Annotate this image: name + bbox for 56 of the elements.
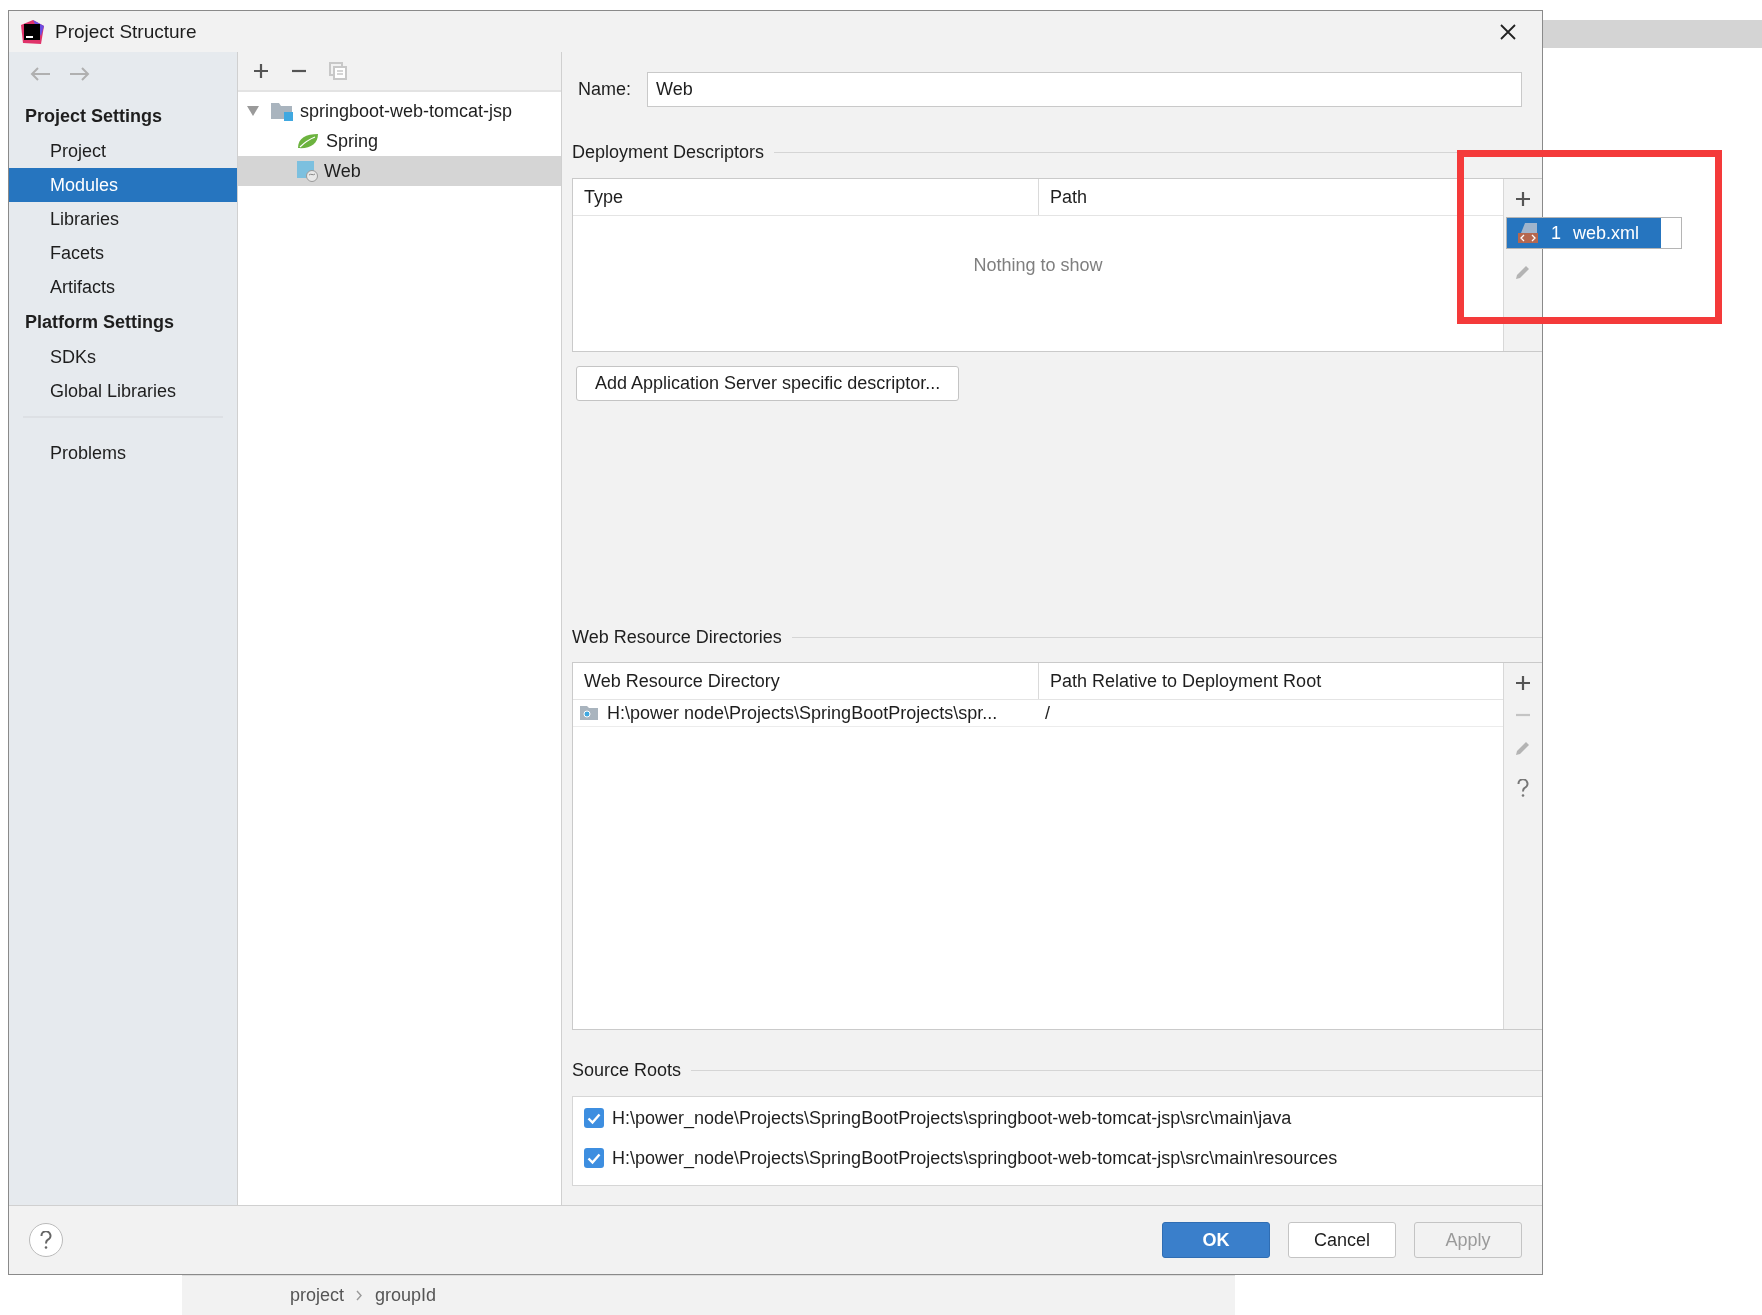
web-module-icon <box>296 160 318 182</box>
section-title: Web Resource Directories <box>572 626 782 648</box>
sidebar-item[interactable]: Artifacts <box>9 270 237 304</box>
pencil-icon[interactable] <box>1514 263 1532 281</box>
tree-item[interactable]: Spring <box>238 126 561 156</box>
tree-item[interactable]: springboot-web-tomcat-jsp <box>238 96 561 126</box>
sidebar-item[interactable]: Facets <box>9 236 237 270</box>
checkbox[interactable] <box>584 1148 604 1168</box>
add-icon[interactable] <box>1515 191 1531 207</box>
window-title: Project Structure <box>55 20 198 43</box>
section-title: Source Roots <box>572 1059 682 1081</box>
empty-message: Nothing to show <box>973 255 1103 276</box>
expanded-arrow-icon[interactable] <box>247 106 259 116</box>
sidebar-item[interactable]: Global Libraries <box>9 374 237 408</box>
remove-icon[interactable] <box>291 69 307 73</box>
menu-item[interactable]: 1 web.xml <box>1507 218 1661 248</box>
leaf-icon <box>296 132 320 150</box>
sidebar-item[interactable]: Modules <box>9 168 237 202</box>
column-header[interactable]: Path Relative to Deployment Root <box>1039 663 1503 699</box>
add-descriptor-button[interactable]: Add Application Server specific descriptor... <box>576 366 960 401</box>
tree-item[interactable]: Web <box>238 156 561 186</box>
pencil-icon[interactable] <box>1514 739 1532 757</box>
name-label: Name: <box>578 79 631 100</box>
section-title: Deployment Descriptors <box>572 141 765 163</box>
forward-arrow-icon[interactable] <box>69 66 91 82</box>
app-logo-icon <box>19 18 45 45</box>
folder-icon <box>270 101 294 121</box>
dialog-button[interactable]: Cancel <box>1288 1222 1396 1258</box>
add-icon[interactable] <box>253 63 269 79</box>
section-heading: Project Settings <box>24 105 164 128</box>
back-arrow-icon[interactable] <box>29 66 51 82</box>
breadcrumb-item[interactable]: project <box>290 1285 345 1306</box>
help-button[interactable] <box>29 1223 63 1257</box>
column-header[interactable]: Path <box>1039 179 1503 215</box>
checkbox[interactable] <box>584 1108 604 1128</box>
dialog-button[interactable]: OK <box>1162 1222 1270 1258</box>
table-cell-text: / <box>1044 702 1050 724</box>
source-root-path: H:\power_node\Projects\SpringBootProjects\springboot-web-tomcat-jsp\src\main\java <box>612 1107 1292 1129</box>
folder-icon <box>579 705 599 721</box>
add-icon[interactable] <box>1515 675 1531 691</box>
sidebar-item[interactable]: Libraries <box>9 202 237 236</box>
breadcrumb-item[interactable]: groupId <box>375 1285 437 1306</box>
table-cell: H:\power node\Projects\SpringBootProjects\spr... <box>573 702 1039 724</box>
name-field[interactable]: Web <box>647 72 1522 107</box>
help-icon[interactable] <box>1517 779 1529 797</box>
xml-file-icon <box>1517 222 1539 244</box>
section-heading: Platform Settings <box>24 311 176 334</box>
help-icon <box>40 1231 52 1249</box>
sidebar-item[interactable]: Project <box>9 134 237 168</box>
chevron-icon <box>356 1290 364 1301</box>
source-root-path: H:\power_node\Projects\SpringBootProjects\springboot-web-tomcat-jsp\src\main\resources <box>612 1147 1338 1169</box>
sidebar-item[interactable]: SDKs <box>9 340 237 374</box>
column-header[interactable]: Type <box>573 179 1039 215</box>
column-header[interactable]: Web Resource Directory <box>573 663 1039 699</box>
sidebar-item[interactable]: Problems <box>9 436 237 470</box>
close-icon[interactable] <box>1500 23 1516 40</box>
